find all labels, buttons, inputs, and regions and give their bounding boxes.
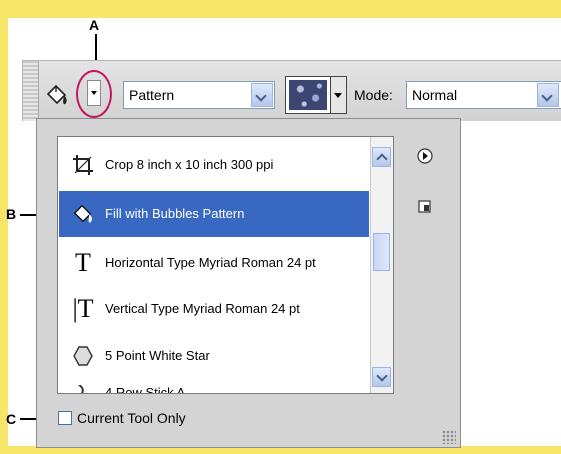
preset-list: Crop 8 inch x 10 inch 300 ppi Fill with … xyxy=(57,136,394,394)
chevron-down-icon[interactable] xyxy=(251,83,273,107)
preset-label: Vertical Type Myriad Roman 24 pt xyxy=(105,301,300,316)
preset-label: Horizontal Type Myriad Roman 24 pt xyxy=(105,255,316,270)
preset-label: 4 Row Stick A... xyxy=(105,385,197,394)
callout-c: C xyxy=(6,411,17,427)
fill-source-value: Pattern xyxy=(129,87,175,103)
fill-source-select[interactable]: Pattern xyxy=(123,81,275,109)
partial-tool-icon xyxy=(68,380,98,393)
paint-bucket-icon xyxy=(68,191,98,237)
new-preset-icon[interactable] xyxy=(418,200,434,216)
polygon-icon xyxy=(68,333,98,379)
preset-label: 5 Point White Star xyxy=(105,348,210,363)
list-item[interactable]: 4 Row Stick A... xyxy=(59,380,369,394)
current-tool-only-checkbox[interactable] xyxy=(58,411,72,425)
scroll-thumb[interactable] xyxy=(373,233,390,271)
preset-label: Fill with Bubbles Pattern xyxy=(105,206,245,221)
list-item[interactable]: 5 Point White Star xyxy=(59,333,369,379)
scroll-up-button[interactable] xyxy=(372,147,391,167)
mode-label: Mode: xyxy=(354,87,393,103)
list-item[interactable]: T Horizontal Type Myriad Roman 24 pt xyxy=(59,240,369,286)
horizontal-type-icon: T xyxy=(75,248,91,277)
mode-value: Normal xyxy=(412,87,458,103)
panel-menu-button[interactable] xyxy=(417,148,433,164)
highlight-ring xyxy=(76,70,112,118)
pattern-picker-button[interactable] xyxy=(331,76,347,114)
vertical-type-icon: |T xyxy=(72,294,94,323)
list-item[interactable]: |T Vertical Type Myriad Roman 24 pt xyxy=(59,286,369,332)
resize-grip[interactable] xyxy=(442,430,456,444)
current-tool-only-label: Current Tool Only xyxy=(77,410,186,426)
preset-list-scrollbar[interactable] xyxy=(370,137,393,393)
pattern-swatch[interactable] xyxy=(285,76,331,114)
crop-icon xyxy=(68,142,98,188)
chevron-down-icon[interactable] xyxy=(537,83,559,107)
scroll-down-button[interactable] xyxy=(372,367,391,387)
callout-a: A xyxy=(89,17,100,33)
callout-b: B xyxy=(6,206,17,222)
preset-label: Crop 8 inch x 10 inch 300 ppi xyxy=(105,157,274,172)
mode-select[interactable]: Normal xyxy=(406,81,561,109)
options-bar-gripper[interactable] xyxy=(23,61,39,121)
list-item[interactable]: Fill with Bubbles Pattern xyxy=(59,191,369,237)
paint-bucket-icon[interactable] xyxy=(44,82,70,108)
list-item[interactable]: Crop 8 inch x 10 inch 300 ppi xyxy=(59,142,369,188)
bubbles-pattern-thumbnail xyxy=(289,80,327,110)
